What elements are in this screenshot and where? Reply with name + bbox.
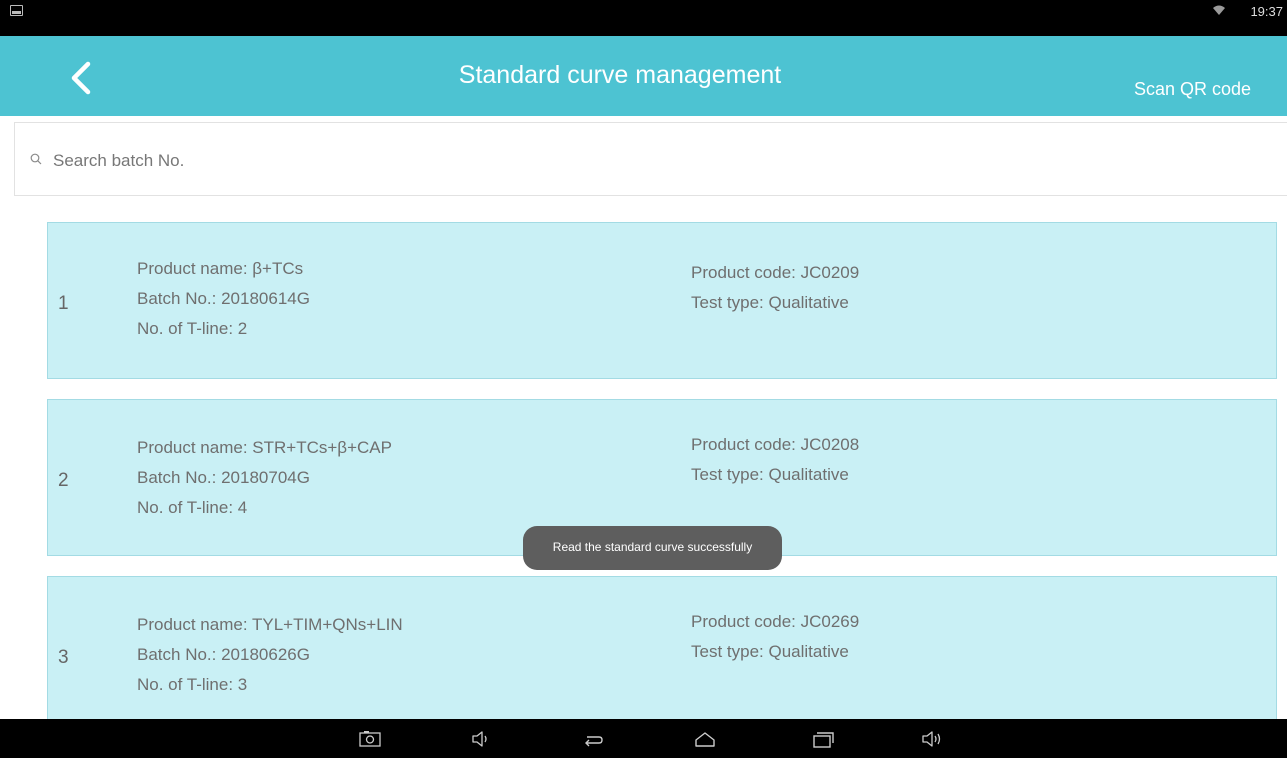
product-name: Product name: TYL+TIM+QNs+LIN [137, 615, 403, 634]
product-code: Product code: JC0208 [691, 435, 860, 454]
scan-qr-code-button[interactable]: Scan QR code [1134, 79, 1251, 100]
batch-number: Batch No.: 20180614G [137, 289, 310, 308]
search-input[interactable] [51, 147, 755, 175]
t-line-count: No. of T-line: 4 [137, 498, 248, 517]
curve-list-item[interactable]: 3 Product name: TYL+TIM+QNs+LIN Batch No… [47, 576, 1277, 736]
item-index: 3 [58, 647, 69, 668]
item-index: 2 [58, 470, 69, 491]
system-nav-bar [0, 719, 1287, 758]
t-line-count: No. of T-line: 2 [137, 319, 248, 338]
t-line-count: No. of T-line: 3 [137, 675, 248, 694]
screenshot-icon [10, 5, 23, 16]
product-code: Product code: JC0269 [691, 612, 860, 631]
app-bar: Standard curve management Scan QR code [0, 36, 1287, 116]
product-name: Product name: STR+TCs+β+CAP [137, 438, 392, 457]
product-code: Product code: JC0209 [691, 263, 860, 282]
back-icon[interactable] [581, 729, 605, 749]
volume-down-icon[interactable] [470, 729, 494, 749]
item-index: 1 [58, 293, 69, 314]
search-bar [14, 122, 1287, 196]
test-type: Test type: Qualitative [691, 465, 849, 484]
status-time: 19:37 [1250, 4, 1283, 19]
batch-number: Batch No.: 20180626G [137, 645, 310, 664]
wifi-icon [1213, 5, 1225, 15]
search-icon [30, 153, 42, 165]
curve-list-item[interactable]: 1 Product name: β+TCs Batch No.: 2018061… [47, 222, 1277, 379]
home-icon[interactable] [693, 729, 717, 749]
page-title: Standard curve management [458, 61, 782, 89]
batch-number: Batch No.: 20180704G [137, 468, 310, 487]
camera-icon[interactable] [358, 729, 382, 749]
volume-up-icon[interactable] [921, 729, 945, 749]
product-name: Product name: β+TCs [137, 259, 304, 278]
toast-message: Read the standard curve successfully [523, 526, 782, 570]
test-type: Test type: Qualitative [691, 293, 849, 312]
test-type: Test type: Qualitative [691, 642, 849, 661]
recent-apps-icon[interactable] [811, 729, 835, 749]
